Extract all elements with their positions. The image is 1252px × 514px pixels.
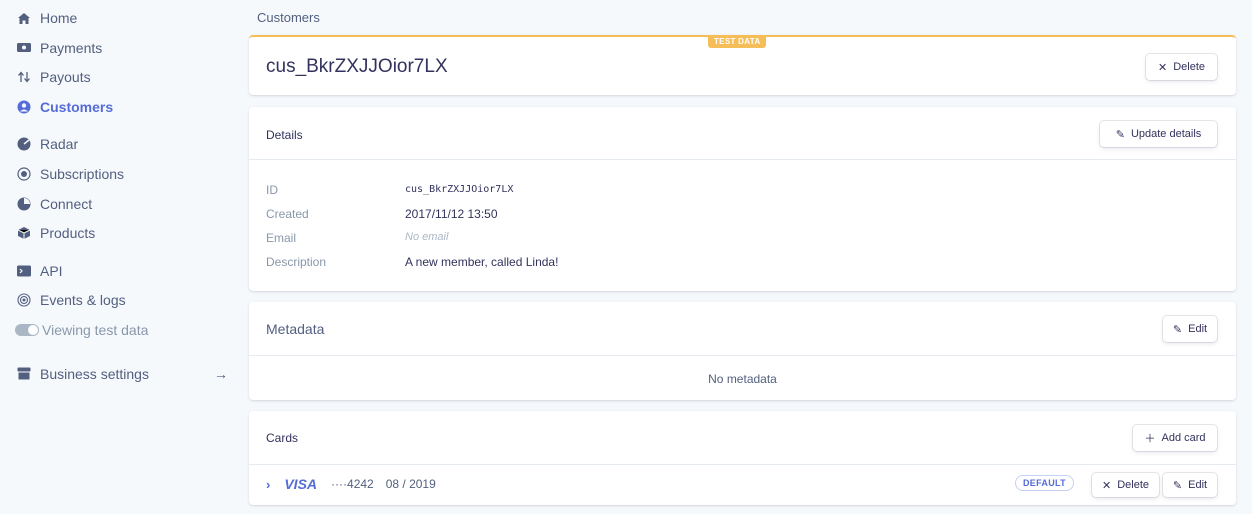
test-data-badge: TEST DATA bbox=[708, 35, 767, 48]
detail-value: No email bbox=[405, 231, 449, 243]
card-last4: ····4242 bbox=[331, 477, 374, 491]
events-icon bbox=[17, 293, 31, 307]
detail-value: A new member, called Linda! bbox=[405, 255, 559, 269]
metadata-section: Metadata ✎ Edit No metadata bbox=[249, 302, 1236, 400]
customers-icon bbox=[17, 100, 31, 114]
close-icon: ✕ bbox=[1157, 61, 1168, 74]
sidebar-item-label: Subscriptions bbox=[40, 165, 125, 182]
home-icon bbox=[17, 11, 31, 25]
sidebar-item-products[interactable]: Products bbox=[0, 222, 240, 244]
sidebar-item-radar[interactable]: Radar bbox=[0, 133, 240, 155]
sidebar: Home Payments Payouts Customers Radar Su… bbox=[0, 0, 240, 514]
edit-metadata-button[interactable]: ✎ Edit bbox=[1163, 316, 1217, 342]
subscriptions-icon bbox=[17, 167, 31, 181]
pencil-icon: ✎ bbox=[1172, 479, 1183, 492]
connect-icon bbox=[17, 197, 31, 211]
arrow-right-icon: → bbox=[214, 365, 228, 382]
sidebar-item-payments[interactable]: Payments bbox=[0, 37, 240, 59]
breadcrumb[interactable]: Customers bbox=[257, 10, 320, 25]
update-details-label: Update details bbox=[1130, 128, 1202, 140]
sidebar-item-label: Home bbox=[40, 10, 78, 26]
add-card-label: Add card bbox=[1161, 432, 1206, 444]
products-icon bbox=[17, 226, 31, 240]
sidebar-item-label: API bbox=[40, 262, 63, 279]
payments-icon bbox=[17, 41, 31, 55]
detail-label: Description bbox=[266, 255, 327, 269]
sidebar-item-business-settings[interactable]: Business settings → bbox=[0, 363, 240, 385]
detail-value: 2017/11/12 13:50 bbox=[405, 207, 498, 221]
api-icon bbox=[17, 264, 31, 278]
edit-label: Edit bbox=[1188, 323, 1208, 335]
plus-icon: ＋ bbox=[1144, 433, 1156, 445]
divider bbox=[249, 355, 1236, 356]
metadata-title: Metadata bbox=[266, 321, 325, 337]
card-expiry: 08 / 2019 bbox=[385, 477, 436, 491]
sidebar-item-label: Customers bbox=[40, 98, 114, 115]
sidebar-item-label: Payments bbox=[40, 39, 103, 56]
pencil-icon: ✎ bbox=[1172, 323, 1183, 336]
visa-logo: VISA bbox=[284, 476, 318, 492]
detail-label: Email bbox=[266, 231, 297, 245]
pencil-icon: ✎ bbox=[1115, 128, 1125, 141]
payouts-icon bbox=[17, 70, 31, 84]
customer-header: TEST DATA cus_BkrZXJJOior7LX ✕ Delete bbox=[249, 35, 1236, 95]
cards-title: Cards bbox=[266, 431, 299, 445]
sidebar-item-connect[interactable]: Connect bbox=[0, 193, 240, 215]
sidebar-item-label: Viewing test data bbox=[42, 321, 149, 338]
divider bbox=[249, 464, 1236, 465]
detail-label: ID bbox=[266, 183, 278, 197]
add-card-button[interactable]: ＋ Add card bbox=[1133, 425, 1217, 451]
toggle-icon[interactable] bbox=[15, 323, 39, 336]
sidebar-item-label: Connect bbox=[40, 195, 93, 212]
sidebar-item-events-logs[interactable]: Events & logs bbox=[0, 289, 240, 311]
sidebar-item-label: Products bbox=[40, 225, 96, 242]
empty-metadata-text: No metadata bbox=[708, 372, 777, 386]
sidebar-item-home[interactable]: Home bbox=[0, 7, 240, 29]
business-icon bbox=[17, 367, 31, 381]
close-icon: ✕ bbox=[1101, 479, 1112, 492]
sidebar-item-customers[interactable]: Customers bbox=[0, 96, 240, 118]
edit-card-button[interactable]: ✎ Edit bbox=[1163, 473, 1217, 497]
sidebar-item-label: Radar bbox=[40, 136, 79, 153]
update-details-button[interactable]: ✎ Update details bbox=[1100, 121, 1217, 147]
details-section: Details ✎ Update details ID cus_BkrZXJJO… bbox=[249, 107, 1236, 291]
default-badge: DEFAULT bbox=[1015, 475, 1074, 491]
chevron-right-icon[interactable]: › bbox=[266, 477, 270, 492]
details-title: Details bbox=[266, 128, 303, 142]
delete-label: Delete bbox=[1117, 479, 1149, 491]
sidebar-item-label: Events & logs bbox=[40, 292, 126, 309]
delete-card-button[interactable]: ✕ Delete bbox=[1092, 473, 1159, 497]
delete-customer-button[interactable]: ✕ Delete bbox=[1146, 54, 1217, 80]
delete-label: Delete bbox=[1173, 61, 1205, 73]
page-title: cus_BkrZXJJOior7LX bbox=[266, 56, 448, 77]
cards-section: Cards ＋ Add card › VISA ····4242 08 / 20… bbox=[249, 411, 1236, 505]
sidebar-item-subscriptions[interactable]: Subscriptions bbox=[0, 163, 240, 185]
edit-label: Edit bbox=[1188, 479, 1208, 491]
test-data-toggle[interactable]: Viewing test data bbox=[0, 319, 240, 341]
sidebar-item-label: Business settings bbox=[40, 365, 149, 382]
detail-label: Created bbox=[266, 207, 309, 221]
divider bbox=[249, 159, 1236, 160]
sidebar-item-label: Payouts bbox=[40, 69, 91, 86]
list-item[interactable]: › VISA ····4242 08 / 2019 bbox=[266, 476, 436, 492]
sidebar-item-api[interactable]: API bbox=[0, 260, 240, 282]
sidebar-item-payouts[interactable]: Payouts bbox=[0, 66, 240, 88]
radar-icon bbox=[17, 137, 31, 151]
detail-value: cus_BkrZXJJOior7LX bbox=[405, 184, 514, 195]
